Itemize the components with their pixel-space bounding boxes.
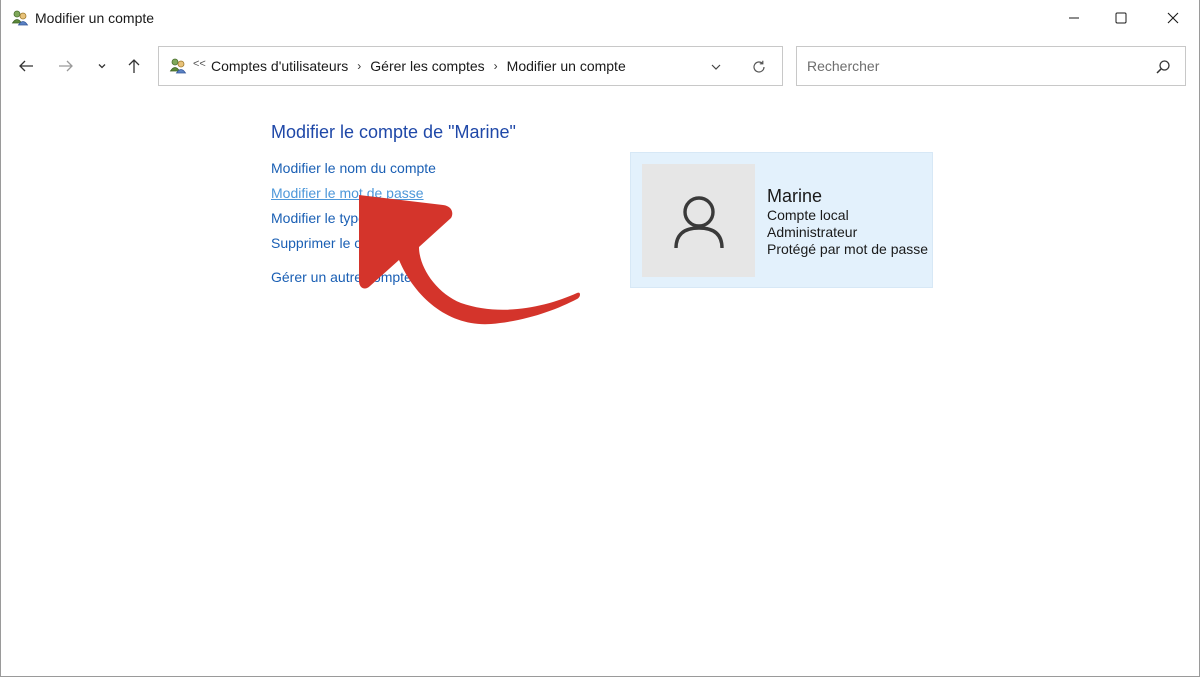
- breadcrumb-item-manage-accounts[interactable]: Gérer les comptes: [370, 58, 484, 74]
- breadcrumb: Comptes d'utilisateurs › Gérer les compt…: [211, 58, 626, 74]
- user-accounts-icon: [169, 57, 187, 75]
- account-name: Marine: [767, 186, 823, 206]
- account-kind: Compte local: [767, 207, 849, 223]
- account-protection: Protégé par mot de passe: [767, 241, 929, 257]
- change-name-link[interactable]: Modifier le nom du compte: [271, 160, 436, 176]
- window: Modifier un compte << Comptes d'utilisat…: [0, 0, 1200, 677]
- minimize-button[interactable]: [1051, 0, 1097, 36]
- breadcrumb-separator-icon[interactable]: ›: [357, 59, 361, 73]
- forward-arrow-icon: [59, 60, 73, 72]
- window-title: Modifier un compte: [35, 10, 155, 26]
- address-dropdown-icon: [711, 64, 721, 70]
- breadcrumb-separator-icon[interactable]: ›: [494, 59, 498, 73]
- breadcrumb-item-user-accounts[interactable]: Comptes d'utilisateurs: [211, 58, 348, 74]
- up-arrow-icon: [128, 59, 140, 73]
- back-button[interactable]: [14, 54, 38, 78]
- user-avatar-icon: [673, 195, 724, 248]
- address-dropdown-button[interactable]: [707, 59, 725, 75]
- breadcrumb-overflow-button[interactable]: <<: [193, 58, 206, 70]
- change-account-type-link[interactable]: Modifier le type de compte: [271, 210, 435, 226]
- minimize-icon: [1069, 17, 1079, 19]
- up-button[interactable]: [122, 54, 146, 78]
- maximize-button[interactable]: [1098, 0, 1144, 36]
- page-title: Modifier le compte de "Marine": [271, 122, 516, 142]
- forward-button[interactable]: [54, 54, 78, 78]
- breadcrumb-item-change-account[interactable]: Modifier un compte: [507, 58, 626, 74]
- account-role: Administrateur: [767, 224, 858, 240]
- close-icon: [1167, 12, 1179, 24]
- close-button[interactable]: [1150, 0, 1196, 36]
- navigation-bar: << Comptes d'utilisateurs › Gérer les co…: [1, 44, 1199, 88]
- delete-account-link[interactable]: Supprimer le compte: [271, 235, 400, 251]
- account-card: Marine Compte local Administrateur Proté…: [630, 152, 933, 288]
- search-input[interactable]: [798, 48, 1138, 84]
- back-arrow-icon: [19, 60, 33, 72]
- change-password-link[interactable]: Modifier le mot de passe: [271, 185, 424, 201]
- recent-locations-chevron-icon: [98, 64, 106, 69]
- window-edge: [1189, 88, 1199, 676]
- title-bar: Modifier un compte: [1, 0, 1199, 36]
- refresh-icon: [753, 60, 765, 73]
- search-box[interactable]: [796, 46, 1186, 86]
- recent-locations-button[interactable]: [90, 54, 114, 78]
- search-icon[interactable]: [1155, 59, 1171, 75]
- manage-another-account-link[interactable]: Gérer un autre compte: [271, 269, 412, 285]
- avatar: [642, 164, 755, 277]
- refresh-button[interactable]: [749, 57, 769, 77]
- address-bar[interactable]: << Comptes d'utilisateurs › Gérer les co…: [158, 46, 783, 86]
- user-accounts-icon: [11, 9, 29, 27]
- maximize-icon: [1115, 12, 1127, 24]
